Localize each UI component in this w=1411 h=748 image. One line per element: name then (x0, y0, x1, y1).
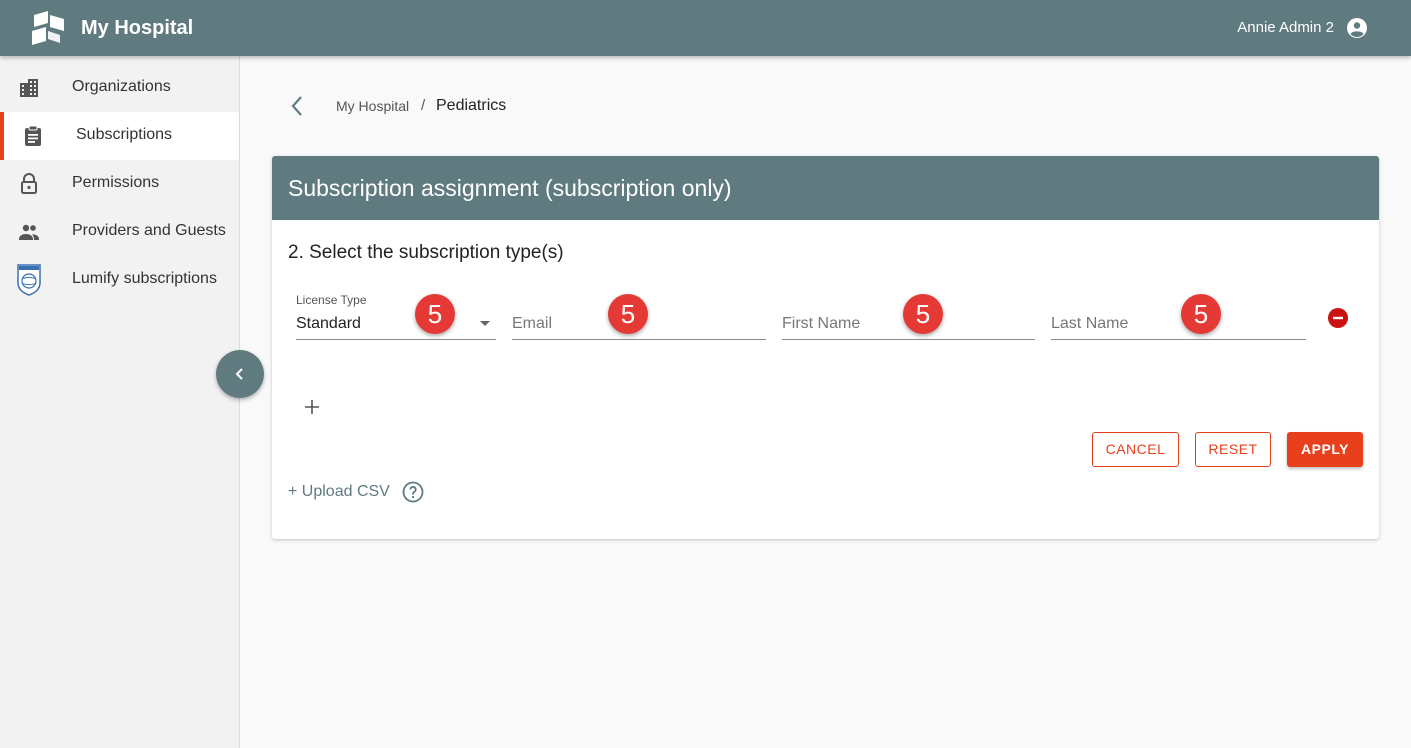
sidebar: Organizations Subscriptions Permissions … (0, 56, 240, 748)
license-type-select[interactable]: License Type Standard (296, 290, 496, 340)
add-row-icon[interactable] (302, 397, 322, 417)
top-app-bar: My Hospital Annie Admin 2 (0, 0, 1411, 56)
license-type-label: License Type (296, 293, 367, 307)
user-name[interactable]: Annie Admin 2 (1237, 19, 1334, 36)
sidebar-item-lumify-subscriptions[interactable]: Lumify subscriptions (0, 256, 239, 304)
philips-shield-icon (17, 264, 41, 296)
remove-row-icon[interactable] (1328, 308, 1348, 328)
license-type-value: Standard (296, 315, 361, 332)
breadcrumb-separator: / (421, 97, 426, 114)
first-name-placeholder: First Name (782, 315, 861, 332)
help-icon[interactable] (401, 480, 425, 504)
building-icon (20, 79, 38, 97)
step-badge: 5 (903, 294, 943, 334)
sidebar-item-label: Providers and Guests (72, 222, 226, 239)
sidebar-item-label: Organizations (72, 78, 171, 95)
clipboard-icon (25, 125, 41, 146)
back-arrow-icon[interactable] (286, 94, 310, 118)
app-title: My Hospital (81, 17, 194, 39)
reset-button[interactable]: RESET (1195, 432, 1271, 467)
chevron-left-icon (235, 368, 243, 380)
last-name-placeholder: Last Name (1051, 315, 1129, 332)
people-icon (19, 224, 39, 240)
upload-csv-link[interactable]: + Upload CSV (288, 483, 390, 501)
card-title: Subscription assignment (subscription on… (288, 175, 732, 201)
breadcrumb-parent-link[interactable]: My Hospital (336, 98, 409, 114)
sidebar-item-permissions[interactable]: Permissions (0, 160, 239, 208)
email-placeholder: Email (512, 315, 553, 332)
cancel-button[interactable]: CANCEL (1092, 432, 1179, 467)
sidebar-item-subscriptions[interactable]: Subscriptions (0, 112, 239, 160)
dropdown-arrow-icon (480, 321, 490, 326)
step-badge: 5 (415, 294, 455, 334)
card-header: Subscription assignment (subscription on… (272, 156, 1379, 220)
sidebar-item-label: Lumify subscriptions (72, 270, 217, 287)
lock-icon (21, 173, 37, 194)
collapse-sidebar-button[interactable] (216, 350, 264, 398)
apply-button[interactable]: APPLY (1287, 432, 1363, 467)
sidebar-item-providers-and-guests[interactable]: Providers and Guests (0, 208, 239, 256)
subscription-assignment-card: Subscription assignment (subscription on… (272, 156, 1379, 539)
sidebar-item-label: Permissions (72, 174, 160, 191)
sidebar-item-organizations[interactable]: Organizations (0, 64, 239, 112)
app-logo-icon (32, 11, 64, 45)
sidebar-item-label: Subscriptions (76, 126, 173, 143)
account-circle-icon[interactable] (1345, 16, 1369, 40)
last-name-field[interactable]: Last Name (1051, 290, 1306, 340)
breadcrumb-current: Pediatrics (436, 97, 507, 114)
step-title: 2. Select the subscription type(s) (288, 242, 564, 263)
step-badge: 5 (608, 294, 648, 334)
step-badge: 5 (1181, 294, 1221, 334)
